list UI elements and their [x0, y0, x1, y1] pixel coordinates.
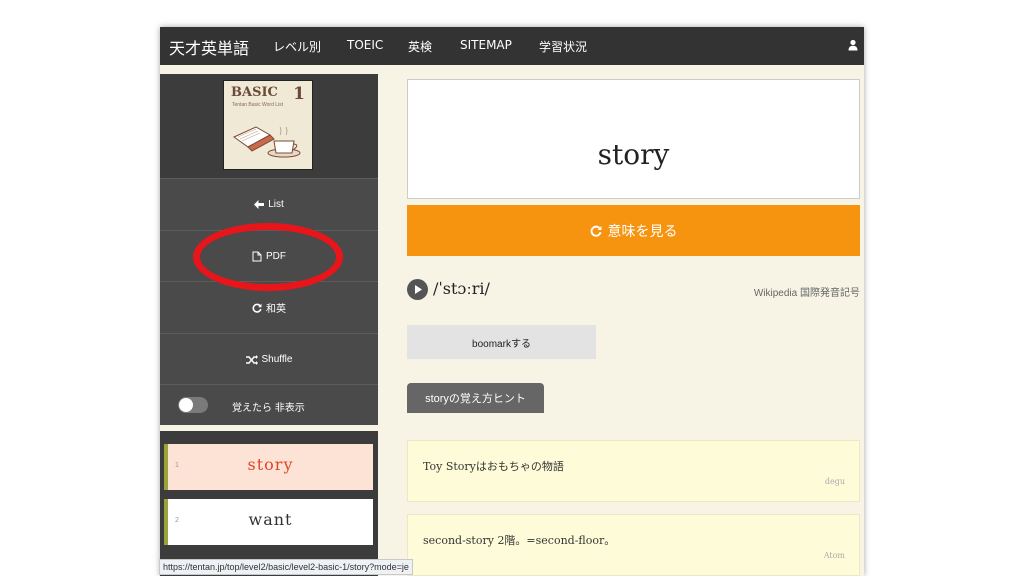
- sidebar-list-label: List: [268, 199, 284, 210]
- bookmark-button[interactable]: boomarkする: [407, 325, 596, 359]
- hint-card: second-story 2階。=second-floor。 Atom: [407, 514, 860, 576]
- hint-author: degu: [824, 477, 845, 486]
- browser-page: 天才英単語 レベル別 TOEIC 英検 SITEMAP 学習状況 BASIC 1…: [160, 27, 864, 576]
- arrow-left-icon: [254, 200, 265, 209]
- book-subtitle: Tentan Basic Word List: [232, 102, 284, 108]
- word-text: story: [247, 455, 294, 474]
- book-number: 1: [293, 84, 305, 104]
- red-highlight-ellipse: [193, 223, 343, 291]
- word-list-item[interactable]: 1 story: [164, 444, 373, 490]
- refresh-icon: [590, 225, 601, 237]
- sidebar: BASIC 1 Tentan Basic Word List List PDF …: [160, 65, 378, 576]
- sidebar-shuffle-button[interactable]: Shuffle: [160, 333, 378, 385]
- top-nav-bar: 天才英単語 レベル別 TOEIC 英検 SITEMAP 学習状況: [160, 27, 864, 65]
- hint-card: Toy Storyはおもちゃの物語 degu: [407, 440, 860, 502]
- user-icon[interactable]: [848, 39, 858, 51]
- play-audio-icon[interactable]: [407, 279, 428, 300]
- flashcard: story: [407, 79, 860, 199]
- hide-learned-label: 覚えたら 非表示: [232, 403, 305, 414]
- pronunciation-text: /ˈstɔːri/: [433, 279, 490, 298]
- open-book-coffee-illustration: [233, 126, 301, 158]
- book-title: BASIC: [231, 85, 278, 100]
- refresh-icon: [252, 303, 262, 313]
- hide-learned-row: 覚えたら 非表示: [160, 384, 378, 426]
- sidebar-wa-ei-label: 和英: [266, 304, 286, 315]
- sidebar-shuffle-label: Shuffle: [261, 354, 293, 365]
- show-meaning-label: 意味を見る: [607, 223, 678, 240]
- status-bar-url: https://tentan.jp/top/level2/basic/level…: [159, 559, 413, 575]
- nav-progress[interactable]: 学習状況: [539, 38, 587, 55]
- hide-learned-toggle[interactable]: [178, 397, 208, 413]
- word-list: 1 story 2 want: [160, 431, 378, 576]
- shuffle-icon: [245, 354, 258, 365]
- pronunciation-row: /ˈstɔːri/ Wikipedia 国際発音記号: [407, 278, 860, 302]
- nav-eiken[interactable]: 英検: [408, 38, 432, 55]
- book-cover[interactable]: BASIC 1 Tentan Basic Word List: [223, 80, 313, 170]
- book-cover-area: BASIC 1 Tentan Basic Word List: [160, 74, 378, 178]
- word-text: want: [248, 510, 293, 529]
- hint-text: Toy Storyはおもちゃの物語: [423, 460, 564, 473]
- wikipedia-ipa-link[interactable]: Wikipedia 国際発音記号: [754, 284, 860, 299]
- hint-author: Atom: [823, 551, 845, 560]
- nav-level[interactable]: レベル別: [273, 38, 321, 55]
- hint-text: second-story 2階。=second-floor。: [423, 534, 616, 547]
- toggle-knob: [179, 398, 193, 412]
- word-list-item[interactable]: 2 want: [164, 499, 373, 545]
- nav-sitemap[interactable]: SITEMAP: [460, 38, 512, 52]
- site-logo[interactable]: 天才英単語: [169, 35, 249, 59]
- memory-hint-tab[interactable]: storyの覚え方ヒント: [407, 383, 544, 413]
- nav-toeic[interactable]: TOEIC: [347, 38, 383, 52]
- flashcard-word: story: [597, 138, 670, 171]
- show-meaning-button[interactable]: 意味を見る: [407, 205, 860, 256]
